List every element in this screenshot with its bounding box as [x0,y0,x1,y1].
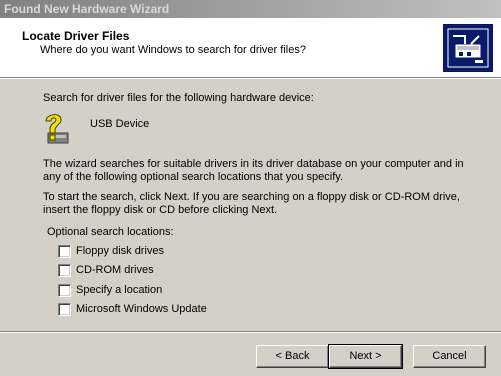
cdrom-checkbox[interactable] [58,263,71,277]
description-line-2: any of the following optional search loc… [43,171,344,183]
description-line-1: The wizard searches for suitable drivers… [43,158,464,170]
specify-location-checkbox[interactable] [58,283,71,297]
option-label: Microsoft Windows Update [76,303,207,315]
option-label: CD-ROM drives [76,264,154,276]
floppy-checkbox[interactable] [58,244,71,258]
windows-update-checkbox[interactable] [58,302,71,316]
next-button[interactable]: Next > [328,344,403,369]
option-label: Floppy disk drives [76,245,165,257]
instruction-line-1: To start the search, click Next. If you … [43,191,460,203]
instruction-line-2: insert the floppy disk or CD before clic… [43,204,278,216]
optional-locations-heading: Optional search locations: [47,226,174,238]
page-subtitle: Where do you want Windows to search for … [40,44,306,56]
window-title: Found New Hardware Wizard [4,2,170,16]
device-name: USB Device [90,118,150,130]
footer-separator [0,331,501,333]
option-windows-update[interactable]: Microsoft Windows Update [58,302,207,316]
unknown-device-question-icon [40,111,76,147]
header-divider [0,78,501,79]
hardware-wizard-icon [443,24,493,72]
back-button[interactable]: < Back [256,345,329,368]
option-specify-location[interactable]: Specify a location [58,283,162,297]
cancel-button[interactable]: Cancel [413,345,486,368]
option-cd-rom[interactable]: CD-ROM drives [58,263,154,277]
search-intro-text: Search for driver files for the followin… [43,92,314,104]
title-bar[interactable]: Found New Hardware Wizard [0,0,501,18]
option-label: Specify a location [76,284,163,296]
option-floppy-disk[interactable]: Floppy disk drives [58,244,164,258]
page-title: Locate Driver Files [22,29,130,43]
wizard-header: Locate Driver Files Where do you want Wi… [0,18,501,78]
wizard-window: Found New Hardware Wizard Locate Driver … [0,0,501,376]
